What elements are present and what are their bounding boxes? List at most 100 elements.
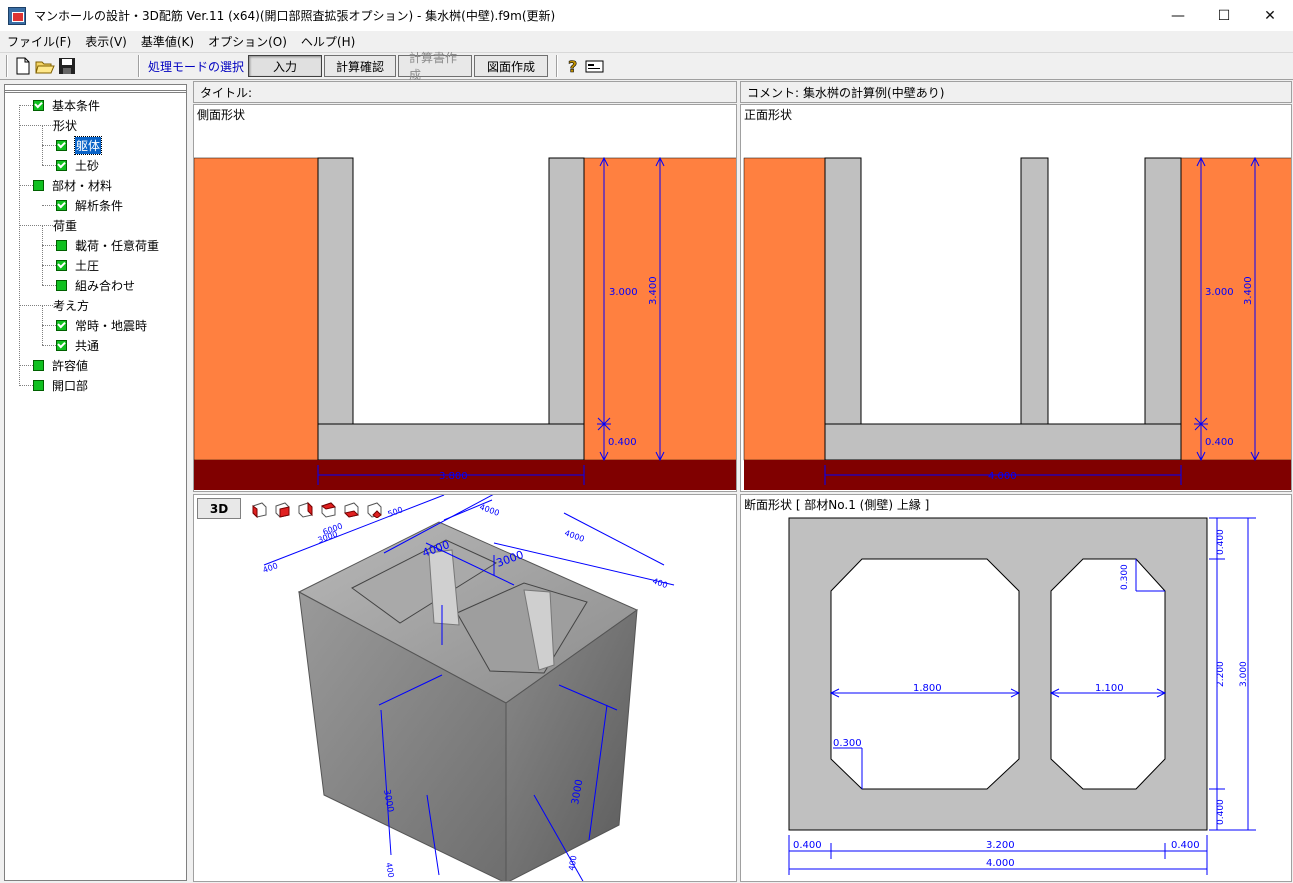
tree-guide — [42, 145, 56, 146]
menu-bar: ファイル(F) 表示(V) 基準値(K) オプション(O) ヘルプ(H) — [0, 31, 1293, 51]
tree-guide — [19, 225, 53, 226]
tree-item-combinations[interactable]: 組み合わせ — [56, 276, 135, 294]
tree-guide — [42, 165, 56, 166]
open-folder-icon[interactable] — [34, 55, 56, 77]
tree-item-label: 共通 — [75, 338, 100, 353]
view-front-icon[interactable] — [250, 500, 268, 518]
view3d-dim-500: 500 — [387, 505, 404, 519]
tree-item-label: 載荷・任意荷重 — [75, 238, 160, 253]
tree-guide — [42, 245, 56, 246]
comment-value: 集水桝の計算例(中壁あり) — [803, 85, 945, 100]
unchecked-icon — [33, 359, 44, 371]
tree-item-label: 解析条件 — [75, 198, 124, 213]
info-icon[interactable] — [584, 55, 606, 77]
mode-report-button[interactable]: 計算書作成 — [398, 51, 473, 82]
tree-item-loads[interactable]: 荷重 — [53, 216, 77, 234]
close-button[interactable]: ✕ — [1247, 0, 1293, 31]
tree-item-approach[interactable]: 考え方 — [53, 296, 89, 314]
comment-label: コメント: — [747, 85, 800, 100]
mode-check-button[interactable]: 計算確認 — [324, 55, 397, 77]
view3d-dim-400-c: 400 — [384, 862, 396, 879]
section-panel[interactable]: 断面形状 [ 部材No.1 (側壁) 上縁 ] 1.800 1.100 0.30… — [740, 494, 1292, 882]
comment-header: コメント: 集水桝の計算例(中壁あり) — [740, 81, 1292, 103]
tree-guide — [19, 365, 33, 366]
checked-icon — [56, 159, 67, 171]
view-back-icon[interactable] — [273, 500, 291, 518]
view-right-icon[interactable] — [319, 500, 337, 518]
menu-file[interactable]: ファイル(F) — [0, 33, 78, 50]
tree-item-label: 躯体 — [73, 135, 103, 155]
view-left-icon[interactable] — [296, 500, 314, 518]
tree-item-label: 組み合わせ — [75, 278, 136, 293]
section-dim-v-bot: 0.400 — [1216, 799, 1226, 825]
tree-item-label: 考え方 — [53, 298, 90, 313]
view-3d-button[interactable]: 3D — [197, 498, 241, 519]
tree-item-surcharge-loads[interactable]: 載荷・任意荷重 — [56, 236, 159, 254]
section-dim-1100: 1.100 — [1095, 683, 1124, 694]
tree-guide — [42, 265, 56, 266]
toolbar-separator — [138, 55, 140, 77]
menu-help[interactable]: ヘルプ(H) — [294, 33, 362, 50]
tree-item-label: 開口部 — [52, 378, 89, 393]
window-controls: — ☐ ✕ — [1155, 0, 1293, 31]
tree-item-label: 形状 — [53, 118, 78, 133]
tree-item-label: 土圧 — [75, 258, 100, 273]
mode-drawing-button[interactable]: 図面作成 — [474, 55, 549, 77]
side-dim-3000: 3.000 — [609, 287, 638, 298]
toolbar-separator — [556, 55, 559, 77]
front-dim-3000: 3.000 — [1205, 287, 1234, 298]
tree-item-members-materials[interactable]: 部材・材料 — [33, 176, 112, 194]
help-icon[interactable]: ? — [562, 55, 584, 77]
mode-input-button[interactable]: 入力 — [248, 55, 323, 77]
menu-options[interactable]: オプション(O) — [201, 33, 294, 50]
section-dim-h-mid: 3.200 — [986, 840, 1015, 851]
checked-icon — [56, 319, 67, 331]
tree-item-soil[interactable]: 土砂 — [56, 156, 99, 174]
view3d-dim-400-a: 400 — [262, 561, 279, 575]
new-file-icon[interactable] — [12, 55, 34, 77]
title-label: タイトル: — [200, 85, 253, 100]
tree-guide — [19, 385, 33, 386]
tree-item-shape[interactable]: 形状 — [53, 116, 77, 134]
save-icon[interactable] — [56, 55, 78, 77]
checked-icon — [56, 339, 67, 351]
front-view-panel[interactable]: 正面形状 3.000 3.400 0.400 4.000 — [740, 104, 1292, 492]
view-bottom-icon[interactable] — [365, 500, 383, 518]
unchecked-icon — [33, 379, 44, 391]
minimize-button[interactable]: — — [1155, 0, 1201, 31]
view3d-dim-4000-c: 4000 — [563, 528, 585, 543]
side-dim-3800: 3.800 — [439, 471, 468, 482]
tree-item-common[interactable]: 共通 — [56, 336, 99, 354]
tree-item-basic-conditions[interactable]: 基本条件 — [33, 96, 100, 114]
tree-item-analysis-conditions[interactable]: 解析条件 — [56, 196, 123, 214]
view3d-dim-400-d: 400 — [567, 855, 579, 872]
tree-guide — [42, 205, 56, 206]
side-view-panel[interactable]: 側面形状 3.000 3.400 0.400 3.800 — [193, 104, 737, 492]
menu-view[interactable]: 表示(V) — [78, 33, 134, 50]
section-dim-v-total: 3.000 — [1239, 661, 1249, 687]
tree-guide — [42, 345, 56, 346]
title-header: タイトル: — [193, 81, 737, 103]
unchecked-icon — [33, 179, 44, 191]
tree-guide — [42, 325, 56, 326]
section-dim-chamfer-bottom: 0.300 — [833, 738, 862, 749]
maximize-button[interactable]: ☐ — [1201, 0, 1247, 31]
section-dim-chamfer-top: 0.300 — [1120, 564, 1130, 590]
tree-item-label: 常時・地震時 — [75, 318, 148, 333]
tree-guide — [42, 225, 43, 285]
svg-text:?: ? — [568, 57, 577, 75]
tree-guide — [19, 305, 53, 306]
menu-standard[interactable]: 基準値(K) — [134, 33, 201, 50]
view-3d-panel[interactable]: 4000 3000 400 3000 400 3000 400 500 6000… — [193, 494, 737, 882]
tree-item-label: 荷重 — [53, 218, 78, 233]
side-dim-3400: 3.400 — [648, 276, 659, 305]
section-dim-h-total: 4.000 — [986, 858, 1015, 869]
tree-item-normal-seismic[interactable]: 常時・地震時 — [56, 316, 147, 334]
tree-item-earth-pressure[interactable]: 土圧 — [56, 256, 99, 274]
front-view-drawing: 3.000 3.400 0.400 4.000 — [743, 156, 1291, 490]
tree-item-allowable-values[interactable]: 許容値 — [33, 356, 88, 374]
view-top-icon[interactable] — [342, 500, 360, 518]
tree-item-opening[interactable]: 開口部 — [33, 376, 88, 394]
tree-item-body[interactable]: 躯体 — [56, 135, 103, 155]
side-view-drawing: 3.000 3.400 0.400 3.800 — [194, 156, 736, 490]
